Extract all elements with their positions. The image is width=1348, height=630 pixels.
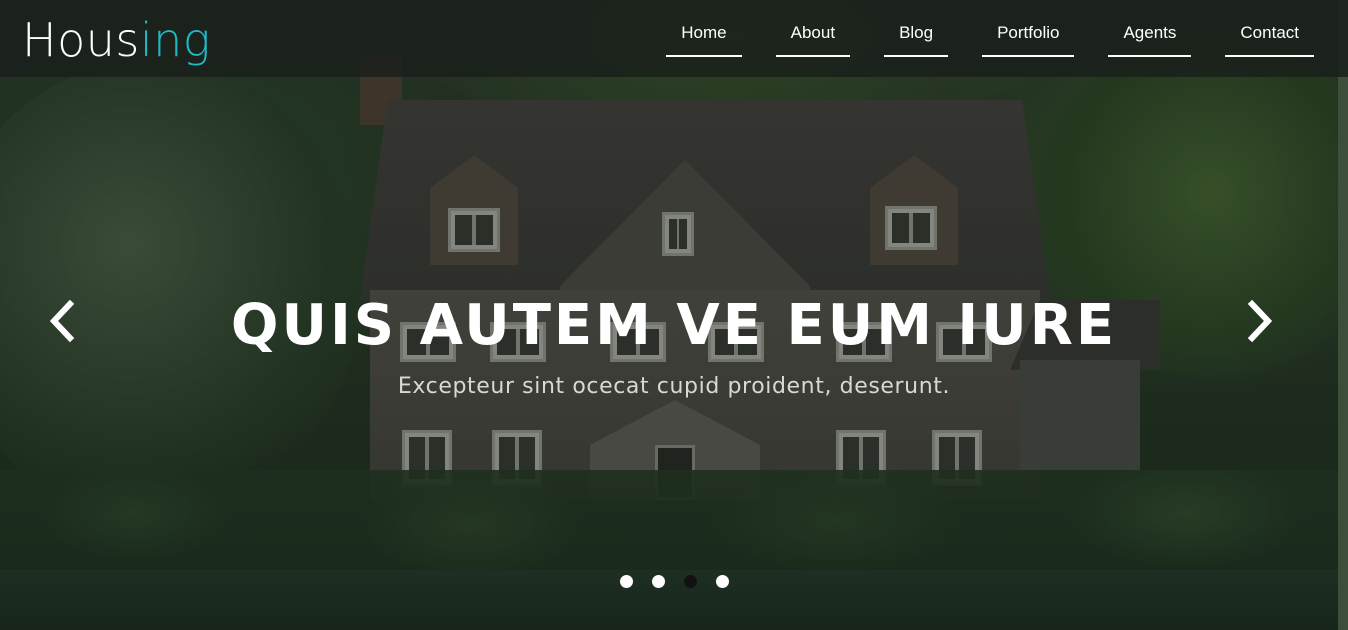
nav-home[interactable]: Home	[666, 20, 742, 57]
nav-agents[interactable]: Agents	[1108, 20, 1192, 57]
logo[interactable]: Housing	[22, 12, 211, 68]
logo-text-accent: ing	[139, 13, 211, 67]
slide-indicators	[620, 575, 748, 588]
slide-subheadline: Excepteur sint ocecat cupid proident, de…	[397, 374, 951, 399]
main-menu: Home About Blog Portfolio Agents Contact	[632, 20, 1314, 57]
next-slide-button[interactable]	[1240, 296, 1280, 346]
logo-text-primary: Hous	[22, 13, 140, 67]
nav-portfolio[interactable]: Portfolio	[982, 20, 1075, 57]
slide-headline: QUIS AUTEM VE EUM IURE	[230, 293, 1118, 358]
nav-about[interactable]: About	[775, 20, 851, 57]
slide-dot-1[interactable]	[620, 575, 633, 588]
chevron-right-icon	[1247, 299, 1273, 343]
nav-contact[interactable]: Contact	[1225, 20, 1314, 57]
nav-blog[interactable]: Blog	[884, 20, 949, 57]
chevron-left-icon	[49, 299, 75, 343]
slide-dot-4[interactable]	[716, 575, 729, 588]
slide-dot-3[interactable]	[684, 575, 697, 588]
slide-dot-2[interactable]	[652, 575, 665, 588]
hero-slider: Housing Home About Blog Portfolio Agents…	[0, 0, 1348, 630]
navbar: Housing Home About Blog Portfolio Agents…	[0, 0, 1348, 77]
prev-slide-button[interactable]	[42, 296, 82, 346]
